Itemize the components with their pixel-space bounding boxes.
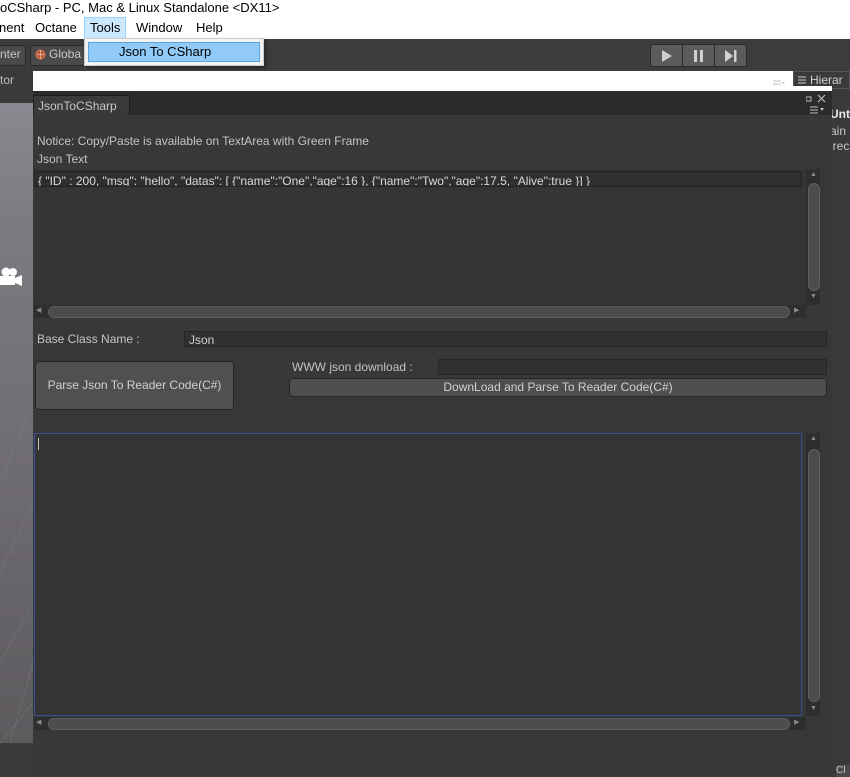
output-scroll-right-arrow-icon[interactable]: ▶ (794, 719, 799, 727)
right-panel: Unti ain irec Cl (830, 71, 850, 777)
tab-jsontocsharp[interactable]: JsonToCSharp (33, 95, 130, 115)
base-class-label: Base Class Name : (37, 332, 140, 346)
json-horizontal-scrollbar[interactable]: ◀ ▶ (34, 305, 806, 318)
notice-text: Notice: Copy/Paste is available on TextA… (37, 134, 369, 148)
menu-item-json-to-csharp[interactable]: Json To CSharp (88, 42, 260, 62)
pause-button[interactable] (683, 45, 715, 66)
step-button[interactable] (715, 45, 746, 66)
menu-help[interactable]: Help (191, 17, 228, 39)
global-label: Globa (49, 47, 82, 61)
json-vscroll-thumb[interactable] (808, 183, 820, 291)
output-scroll-left-arrow-icon[interactable]: ◀ (36, 719, 41, 727)
www-download-label: WWW json download : (292, 360, 413, 374)
scroll-left-arrow-icon[interactable]: ◀ (36, 307, 41, 315)
window-controls (806, 94, 826, 103)
window-tabbar (33, 91, 832, 115)
hierarchy-item-main[interactable]: ain (830, 124, 850, 138)
scroll-right-arrow-icon[interactable]: ▶ (794, 307, 799, 315)
output-text-area[interactable] (34, 433, 802, 716)
window-title: oCSharp - PC, Mac & Linux Standalone <DX… (0, 0, 850, 17)
step-icon (725, 50, 737, 62)
scroll-up-arrow-icon[interactable]: ▲ (810, 171, 817, 179)
menu-bar: nent Octane Tools Window Help (0, 17, 850, 41)
pivot-center-label: nter (0, 47, 21, 61)
json-text-area[interactable] (34, 169, 806, 305)
json-vertical-scrollbar[interactable]: ▲ ▼ (806, 169, 820, 305)
playback-controls (650, 44, 747, 67)
pause-icon (694, 50, 703, 62)
text-cursor (38, 438, 39, 450)
download-parse-button[interactable]: DownLoad and Parse To Reader Code(C#) (289, 378, 827, 397)
menu-octane[interactable]: Octane (30, 17, 82, 39)
output-horizontal-scrollbar[interactable]: ◀ ▶ (34, 717, 806, 730)
output-scroll-down-arrow-icon[interactable]: ▼ (810, 705, 817, 713)
www-url-input[interactable] (438, 359, 827, 375)
inspector-tab-fragment[interactable]: tor (0, 72, 33, 88)
tab-menu-icon[interactable] (810, 106, 824, 114)
hierarchy-item-direct[interactable]: irec (830, 139, 850, 153)
parse-json-button[interactable]: Parse Json To Reader Code(C#) (35, 361, 234, 410)
play-button[interactable] (651, 45, 683, 66)
output-scroll-up-arrow-icon[interactable]: ▲ (810, 435, 817, 443)
tools-dropdown-menu: Json To CSharp (84, 38, 264, 66)
json-hscroll-thumb[interactable] (48, 306, 790, 318)
menu-component[interactable]: nent (0, 17, 29, 39)
scroll-down-arrow-icon[interactable]: ▼ (810, 293, 817, 301)
camera-icon (0, 267, 22, 286)
left-bottom-bar (0, 743, 33, 777)
globe-icon (35, 49, 46, 60)
menu-window[interactable]: Window (131, 17, 187, 39)
output-vertical-scrollbar[interactable]: ▲ ▼ (806, 433, 820, 716)
output-vscroll-thumb[interactable] (808, 449, 820, 702)
global-button[interactable]: Globa (30, 45, 87, 66)
scene-view[interactable] (0, 103, 33, 743)
output-hscroll-thumb[interactable] (48, 718, 790, 730)
scene-grid (0, 402, 33, 743)
hierarchy-list-icon (798, 76, 806, 84)
json-text-field[interactable]: { "ID" : 200, "msg": "hello", "datas": [… (34, 171, 802, 187)
base-class-input[interactable]: Json (184, 331, 827, 347)
right-bottom-button[interactable]: Cl (836, 765, 850, 777)
hierarchy-tab-label: Hierar (810, 73, 843, 87)
pivot-center-button[interactable]: nter (0, 45, 26, 66)
json-text-label: Json Text (37, 152, 88, 166)
play-icon (662, 50, 672, 62)
hierarchy-scene-name[interactable]: Unti (830, 107, 850, 121)
